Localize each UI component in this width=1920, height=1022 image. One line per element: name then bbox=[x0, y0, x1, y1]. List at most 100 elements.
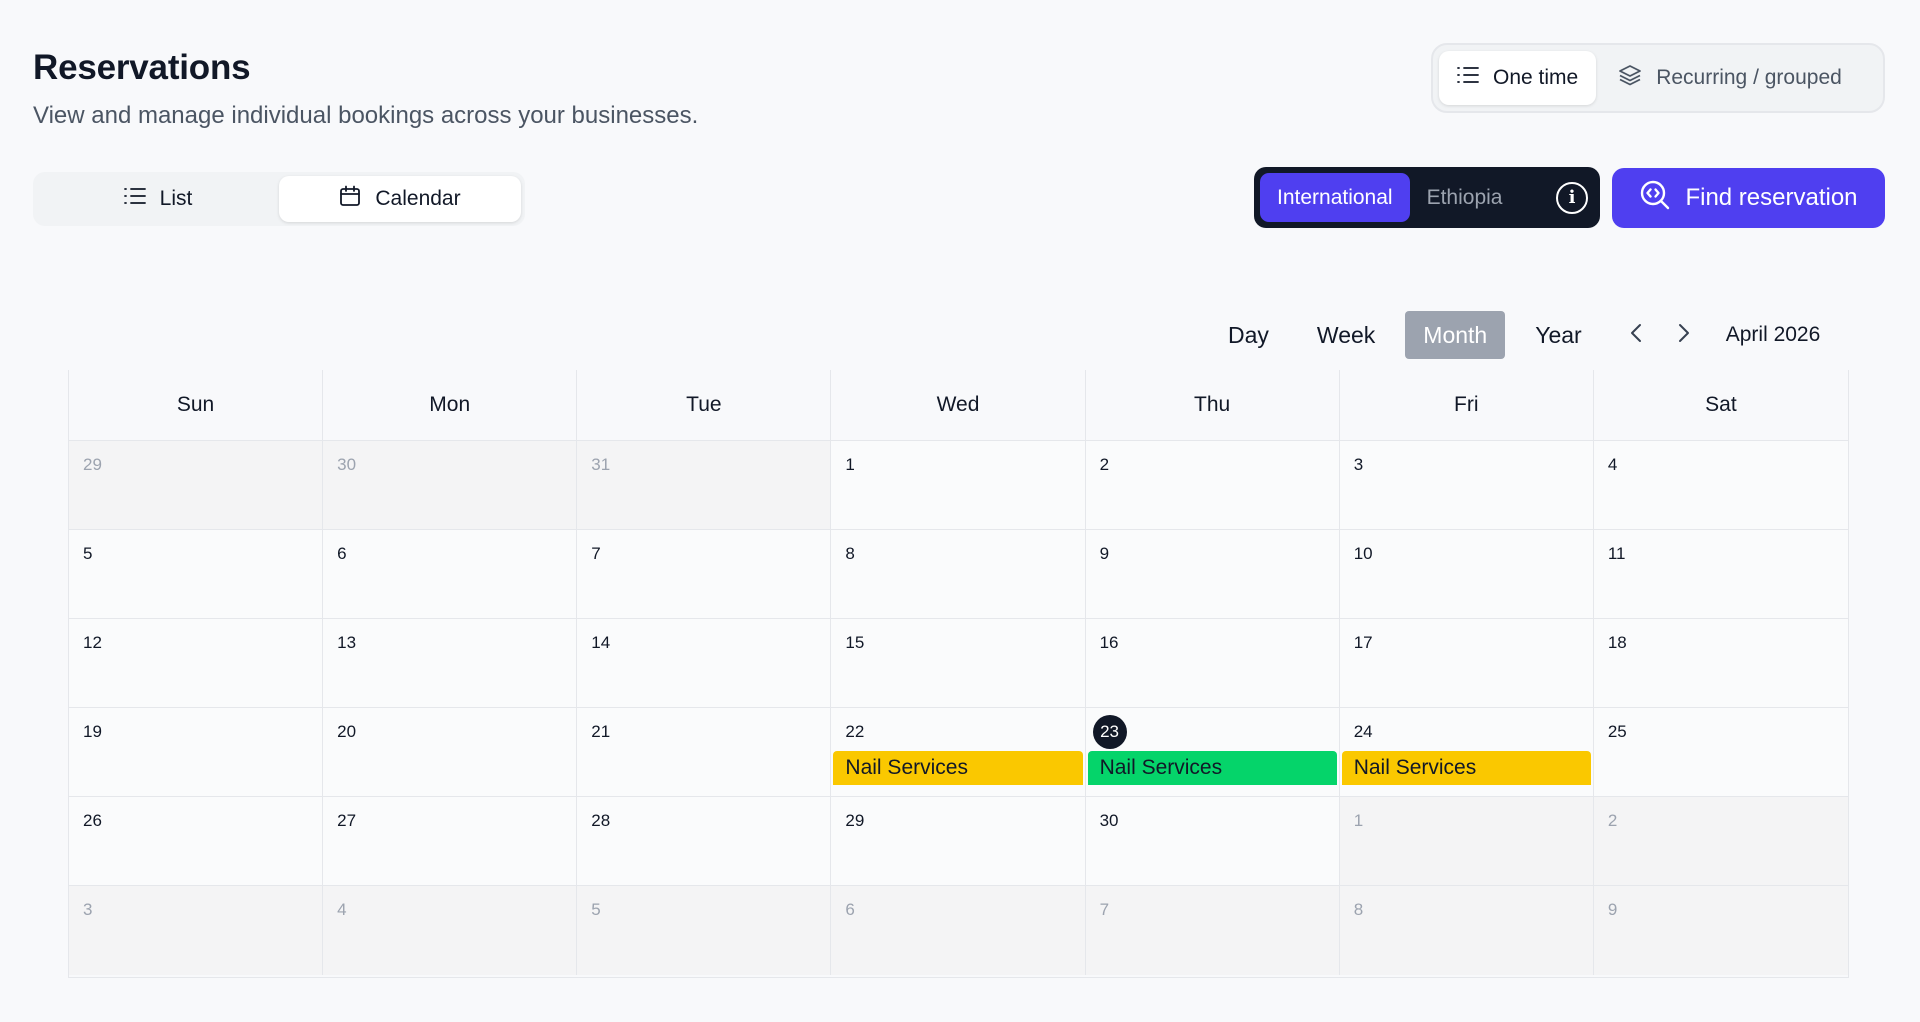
week-view-button[interactable]: Week bbox=[1299, 311, 1393, 359]
calendar-view-label: Calendar bbox=[375, 187, 461, 210]
date-number: 1 bbox=[1353, 811, 1364, 830]
calendar-day-cell[interactable]: 14 bbox=[577, 619, 832, 708]
calendar-day-cell[interactable]: 7 bbox=[577, 530, 832, 619]
view-switch: List Calendar bbox=[33, 172, 525, 226]
list-icon bbox=[1457, 66, 1479, 90]
one-time-option[interactable]: One time bbox=[1439, 51, 1597, 105]
page-subtitle: View and manage individual bookings acro… bbox=[33, 102, 699, 129]
calendar-view-option[interactable]: Calendar bbox=[279, 176, 521, 222]
calendar-day-cell[interactable]: 26 bbox=[69, 797, 324, 886]
weekday-header: Sun Mon Tue Wed Thu Fri Sat bbox=[69, 370, 1848, 441]
calendar-day-cell[interactable]: 4 bbox=[1593, 441, 1848, 530]
calendar-day-cell[interactable]: 1 bbox=[831, 441, 1086, 530]
calendar-day-cell[interactable]: 19 bbox=[69, 708, 324, 797]
list-view-option[interactable]: List bbox=[37, 176, 279, 222]
recurring-grouped-option[interactable]: Recurring / grouped bbox=[1600, 51, 1860, 105]
date-number: 2 bbox=[1607, 811, 1618, 830]
date-number: 21 bbox=[591, 722, 611, 741]
next-month-button[interactable] bbox=[1664, 315, 1704, 355]
calendar-day-cell[interactable]: 9 bbox=[1085, 530, 1340, 619]
date-number: 25 bbox=[1607, 722, 1627, 741]
date-number: 2 bbox=[1099, 455, 1110, 474]
date-number: 26 bbox=[83, 811, 102, 830]
reservation-event[interactable]: Nail Services bbox=[833, 751, 1083, 785]
date-number: 9 bbox=[1607, 900, 1618, 919]
date-number: 27 bbox=[337, 811, 357, 830]
date-number: 15 bbox=[845, 633, 865, 652]
date-number: 7 bbox=[591, 544, 601, 563]
date-number: 12 bbox=[83, 633, 102, 652]
calendar-day-cell[interactable]: 25 bbox=[1593, 708, 1848, 797]
date-number: 30 bbox=[1099, 811, 1119, 830]
date-number: 3 bbox=[1353, 455, 1364, 474]
calendar-day-cell[interactable]: 1 bbox=[1339, 797, 1594, 886]
calendar-day-cell[interactable]: 30 bbox=[323, 441, 578, 530]
date-number: 19 bbox=[83, 722, 102, 741]
weekday-label: Thu bbox=[1086, 370, 1340, 440]
calendar-day-cell[interactable]: 3 bbox=[69, 886, 324, 975]
calendar-day-cell[interactable]: 8 bbox=[1339, 886, 1594, 975]
date-number: 16 bbox=[1099, 633, 1119, 652]
date-number: 5 bbox=[591, 900, 601, 919]
calendar-day-cell[interactable]: 21 bbox=[577, 708, 832, 797]
calendar-day-cell[interactable]: 28 bbox=[577, 797, 832, 886]
chevron-left-icon bbox=[1629, 322, 1643, 349]
find-reservation-label: Find reservation bbox=[1685, 184, 1858, 211]
calendar-day-cell[interactable]: 31 bbox=[577, 441, 832, 530]
calendar-day-cell[interactable]: 2 bbox=[1593, 797, 1848, 886]
calendar-day-cell[interactable]: 18 bbox=[1593, 619, 1848, 708]
reservation-event[interactable]: Nail Services bbox=[1341, 751, 1591, 785]
reservation-event[interactable]: Nail Services bbox=[1087, 751, 1337, 785]
calendar-day-cell[interactable]: 16 bbox=[1085, 619, 1340, 708]
calendar-day-cell[interactable]: 2 bbox=[1085, 441, 1340, 530]
calendar-day-cell[interactable]: 6 bbox=[831, 886, 1086, 975]
date-number: 30 bbox=[337, 455, 357, 474]
calendar-day-cell[interactable]: 8 bbox=[831, 530, 1086, 619]
calendar-day-cell[interactable]: 10 bbox=[1339, 530, 1594, 619]
region-ethiopia-option[interactable]: Ethiopia bbox=[1410, 173, 1520, 222]
find-reservation-button[interactable]: Find reservation bbox=[1612, 168, 1885, 228]
date-number: 28 bbox=[591, 811, 611, 830]
calendar-day-cell[interactable]: 27 bbox=[323, 797, 578, 886]
calendar-day-cell[interactable]: 6 bbox=[323, 530, 578, 619]
current-month-label: April 2026 bbox=[1725, 323, 1821, 346]
calendar-day-cell[interactable]: 9 bbox=[1593, 886, 1848, 975]
date-number: 5 bbox=[83, 544, 93, 563]
calendar-day-cell[interactable]: 20 bbox=[323, 708, 578, 797]
calendar-day-cell[interactable]: 13 bbox=[323, 619, 578, 708]
calendar-day-cell[interactable]: 29 bbox=[831, 797, 1086, 886]
calendar-day-cell[interactable]: 15 bbox=[831, 619, 1086, 708]
date-number: 29 bbox=[845, 811, 865, 830]
calendar-day-cell[interactable]: 11 bbox=[1593, 530, 1848, 619]
layers-icon bbox=[1618, 64, 1642, 92]
calendar-day-cell[interactable]: 5 bbox=[577, 886, 832, 975]
previous-month-button[interactable] bbox=[1616, 315, 1656, 355]
calendar-day-cell[interactable]: 23 Nail Services bbox=[1085, 708, 1340, 797]
chevron-right-icon bbox=[1677, 322, 1691, 349]
calendar-day-cell[interactable]: 29 bbox=[69, 441, 324, 530]
search-icon bbox=[1639, 179, 1671, 218]
day-view-button[interactable]: Day bbox=[1210, 311, 1287, 359]
booking-type-toggle: One time Recurring / grouped bbox=[1431, 43, 1885, 113]
month-view-button[interactable]: Month bbox=[1405, 311, 1506, 359]
calendar-day-cell[interactable]: 17 bbox=[1339, 619, 1594, 708]
weekday-label: Sat bbox=[1705, 393, 1737, 416]
calendar-day-cell[interactable]: 22 Nail Services bbox=[831, 708, 1086, 797]
weekday-label: Fri bbox=[1340, 370, 1594, 440]
one-time-label: One time bbox=[1493, 66, 1579, 89]
info-icon[interactable]: i bbox=[1556, 181, 1588, 214]
weekday-label: Wed bbox=[831, 370, 1086, 440]
date-number: 22 bbox=[845, 722, 865, 741]
today-date-number: 23 bbox=[1092, 715, 1127, 749]
calendar-day-cell[interactable]: 3 bbox=[1339, 441, 1594, 530]
weekday-label: Tue bbox=[577, 370, 832, 440]
region-international-option[interactable]: International bbox=[1260, 173, 1410, 222]
calendar-day-cell[interactable]: 12 bbox=[69, 619, 324, 708]
calendar-day-cell[interactable]: 5 bbox=[69, 530, 324, 619]
calendar-day-cell[interactable]: 4 bbox=[323, 886, 578, 975]
recurring-grouped-label: Recurring / grouped bbox=[1656, 66, 1842, 89]
calendar-day-cell[interactable]: 24 Nail Services bbox=[1339, 708, 1594, 797]
year-view-button[interactable]: Year bbox=[1517, 311, 1599, 359]
calendar-day-cell[interactable]: 30 bbox=[1085, 797, 1340, 886]
calendar-day-cell[interactable]: 7 bbox=[1085, 886, 1340, 975]
